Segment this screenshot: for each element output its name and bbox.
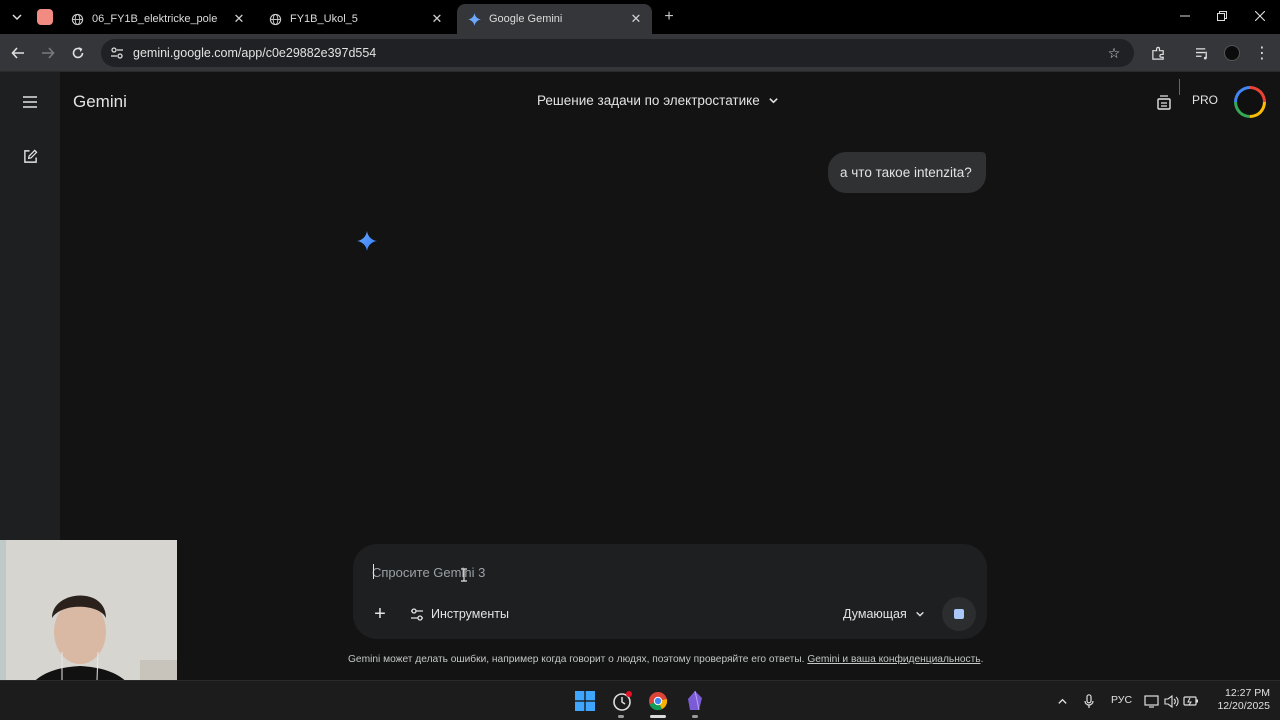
app-indicator	[692, 715, 698, 718]
minimize-icon[interactable]	[1166, 4, 1204, 28]
app-indicator	[618, 715, 624, 718]
browser-toolbar: gemini.google.com/app/c0e29882e397d554 ☆…	[0, 34, 1280, 95]
conversation-title: Решение задачи по электростатике	[537, 93, 760, 108]
restore-icon[interactable]	[1203, 4, 1241, 28]
tab-06-fy1b[interactable]: 06_FY1B_elektricke_pole ✕	[60, 4, 255, 34]
chevron-down-icon	[769, 98, 778, 104]
close-tab-icon[interactable]: ✕	[628, 11, 644, 27]
volume-icon[interactable]	[1162, 693, 1180, 709]
stop-generation-button[interactable]	[942, 597, 976, 631]
windows-taskbar: РУС 12:27 PM 12/20/2025	[0, 680, 1280, 720]
address-bar[interactable]: gemini.google.com/app/c0e29882e397d554 ☆	[101, 39, 1134, 67]
model-mode-dropdown[interactable]: Думающая	[843, 603, 925, 625]
browser-tab-strip: 06_FY1B_elektricke_pole ✕ FY1B_Ukol_5 ✕ …	[0, 0, 1280, 34]
privacy-link[interactable]: Gemini и ваша конфиденциальность	[807, 654, 980, 665]
tools-label: Инструменты	[431, 607, 509, 621]
mode-label: Думающая	[843, 607, 907, 621]
site-info-icon[interactable]	[109, 45, 125, 61]
prompt-input[interactable]	[372, 562, 912, 582]
user-message-bubble: а что такое intenzita?	[828, 152, 986, 193]
tab-search-chevron-icon[interactable]	[6, 6, 28, 28]
tab-title: FY1B_Ukol_5	[290, 13, 358, 25]
extensions-puzzle-icon[interactable]	[1147, 42, 1169, 64]
tab-google-gemini[interactable]: Google Gemini ✕	[457, 4, 652, 34]
tab-group-icon[interactable]	[34, 6, 56, 28]
toolbar-divider	[1179, 79, 1180, 95]
add-attachment-plus-icon[interactable]: +	[369, 603, 391, 625]
tab-fy1b-ukol[interactable]: FY1B_Ukol_5 ✕	[258, 4, 453, 34]
gemini-logo-text[interactable]: Gemini	[73, 92, 127, 112]
tools-sliders-icon	[411, 607, 423, 621]
clock-app-icon[interactable]	[610, 690, 634, 712]
tab-title: Google Gemini	[489, 13, 563, 25]
disclaimer-text: Gemini может делать ошибки, например ког…	[348, 654, 805, 665]
browser-menu-icon[interactable]: ⋮	[1251, 42, 1273, 64]
clock-date: 12/20/2025	[1217, 700, 1270, 712]
reload-icon[interactable]	[67, 42, 89, 64]
chevron-down-icon	[915, 611, 924, 617]
show-hidden-icons-chevron-up-icon[interactable]	[1053, 693, 1071, 709]
url-text: gemini.google.com/app/c0e29882e397d554	[133, 46, 377, 60]
close-tab-icon[interactable]: ✕	[429, 11, 445, 27]
new-chat-edit-icon[interactable]	[20, 146, 40, 166]
battery-icon[interactable]	[1182, 693, 1200, 709]
disclaimer-end: .	[980, 654, 984, 665]
windows-start-icon[interactable]	[573, 690, 597, 712]
close-tab-icon[interactable]: ✕	[231, 11, 247, 27]
globe-icon	[268, 12, 282, 26]
bookmark-star-icon[interactable]: ☆	[1106, 45, 1122, 61]
account-avatar[interactable]	[1234, 86, 1266, 118]
chrome-icon[interactable]	[646, 690, 670, 712]
new-tab-plus-icon[interactable]: +	[658, 6, 680, 28]
pro-plan-badge[interactable]: PRO	[1192, 93, 1218, 107]
disclaimer: Gemini может делать ошибки, например ког…	[348, 654, 983, 665]
conversation-title-dropdown[interactable]: Решение задачи по электростатике	[537, 93, 779, 108]
network-icon[interactable]	[1142, 693, 1160, 709]
clock-time: 12:27 PM	[1225, 687, 1270, 699]
i-beam-cursor-icon	[460, 568, 468, 587]
tools-button[interactable]: Инструменты	[410, 603, 509, 625]
obsidian-icon[interactable]	[683, 690, 707, 712]
gemini-spark-icon	[357, 231, 377, 251]
system-clock[interactable]: 12:27 PM 12/20/2025	[1208, 687, 1270, 713]
microphone-icon[interactable]	[1080, 693, 1098, 709]
tab-title: 06_FY1B_elektricke_pole	[92, 13, 218, 25]
back-arrow-icon[interactable]	[7, 42, 29, 64]
media-queue-icon[interactable]	[1191, 42, 1213, 64]
input-language[interactable]: РУС	[1111, 694, 1132, 706]
close-window-icon[interactable]	[1241, 4, 1279, 28]
user-message-text: а что такое intenzita?	[840, 165, 972, 180]
globe-icon	[70, 12, 84, 26]
hamburger-menu-icon[interactable]	[20, 92, 40, 112]
text-caret	[373, 564, 374, 579]
stop-square-icon	[954, 609, 964, 619]
share-icon[interactable]	[1155, 93, 1173, 111]
profile-avatar[interactable]	[1221, 42, 1243, 64]
forward-arrow-icon[interactable]	[37, 42, 59, 64]
active-app-indicator	[650, 715, 666, 718]
gemini-spark-icon	[467, 12, 481, 26]
